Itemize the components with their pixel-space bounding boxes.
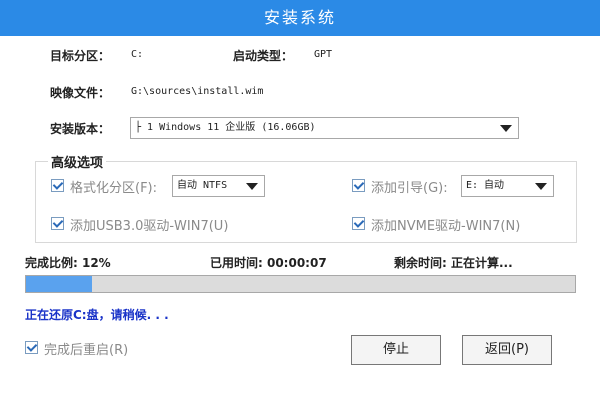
progress-ratio: 完成比例: 12% xyxy=(25,256,111,270)
reboot-after-checkbox[interactable] xyxy=(25,341,38,354)
reboot-after-label: 完成后重启(R) xyxy=(44,343,129,358)
install-version-value: ├ 1 Windows 11 企业版 (16.06GB) xyxy=(135,122,316,133)
progress-bar-fill xyxy=(26,276,92,292)
target-partition-value: C: xyxy=(131,49,144,60)
stop-button[interactable]: 停止 xyxy=(351,335,441,365)
dropdown-arrow-icon xyxy=(500,125,512,132)
format-partition-label: 格式化分区(F): xyxy=(70,181,158,196)
dropdown-arrow-icon xyxy=(246,183,258,190)
progress-bar xyxy=(25,275,576,293)
window-title: 安装系统 xyxy=(0,0,600,36)
image-file-label: 映像文件： xyxy=(50,86,111,100)
dropdown-arrow-icon xyxy=(535,183,547,190)
format-partition-value: 自动 NTFS xyxy=(177,180,228,191)
boot-type-label: 启动类型： xyxy=(233,49,294,63)
usb3-driver-checkbox[interactable] xyxy=(51,217,64,230)
target-partition-label: 目标分区： xyxy=(50,49,111,63)
add-boot-checkbox[interactable] xyxy=(352,179,365,192)
advanced-options-title: 高级选项 xyxy=(48,152,107,171)
boot-type-value: GPT xyxy=(314,49,333,60)
elapsed-time: 已用时间: 00:00:07 xyxy=(210,256,327,270)
nvme-driver-checkbox[interactable] xyxy=(352,217,365,230)
remaining-time: 剩余时间: 正在计算... xyxy=(394,256,513,270)
install-version-label: 安装版本： xyxy=(50,122,111,136)
add-boot-select[interactable]: E: 自动 xyxy=(461,175,554,197)
back-button[interactable]: 返回(P) xyxy=(462,335,552,365)
format-partition-select[interactable]: 自动 NTFS xyxy=(172,175,265,197)
install-version-select[interactable]: ├ 1 Windows 11 企业版 (16.06GB) xyxy=(130,117,519,139)
usb3-driver-label: 添加USB3.0驱动-WIN7(U) xyxy=(70,219,229,234)
format-partition-checkbox[interactable] xyxy=(51,179,64,192)
add-boot-value: E: 自动 xyxy=(466,180,505,191)
image-file-value: G:\sources\install.wim xyxy=(131,86,264,97)
add-boot-label: 添加引导(G): xyxy=(371,181,448,196)
nvme-driver-label: 添加NVME驱动-WIN7(N) xyxy=(371,219,521,234)
status-message: 正在还原C:盘，请稍候. . . xyxy=(25,308,169,322)
